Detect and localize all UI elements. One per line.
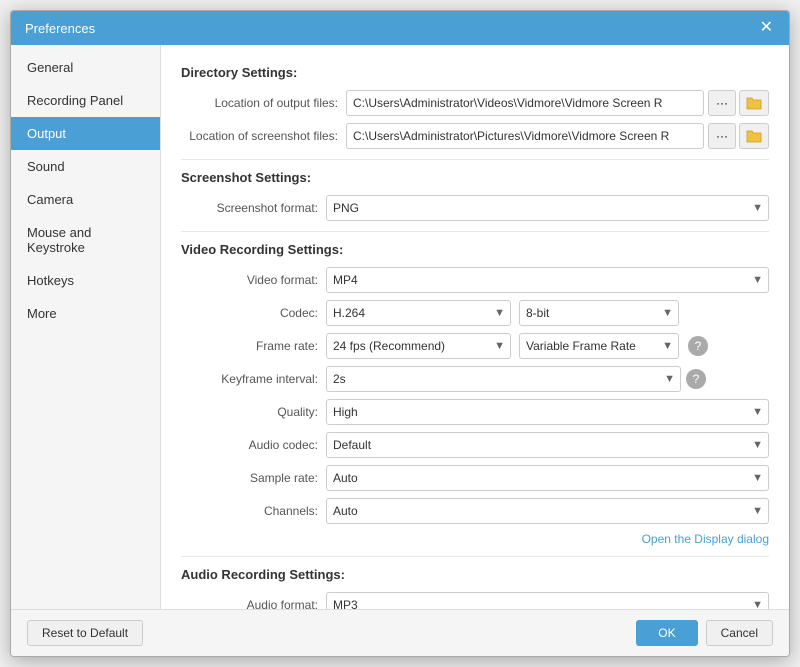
framerate-wrapper: 24 fps (Recommend)30 fps60 fps ▼ bbox=[326, 333, 511, 359]
video-format-label: Video format: bbox=[181, 273, 326, 287]
close-button[interactable]: ✕ bbox=[758, 20, 775, 36]
preferences-dialog: Preferences ✕ General Recording Panel Ou… bbox=[10, 10, 790, 657]
screenshot-format-row: Screenshot format: PNG JPG BMP GIF ▼ bbox=[181, 195, 769, 221]
display-dialog-link[interactable]: Open the Display dialog bbox=[642, 532, 769, 546]
video-channels-select[interactable]: AutoMonoStereo bbox=[326, 498, 769, 524]
framerate-selects: 24 fps (Recommend)30 fps60 fps ▼ Variabl… bbox=[326, 333, 769, 359]
quality-select[interactable]: HighHighestMediumLow bbox=[326, 399, 769, 425]
title-bar: Preferences ✕ bbox=[11, 11, 789, 45]
ok-button[interactable]: OK bbox=[636, 620, 697, 646]
sidebar-item-recording-panel[interactable]: Recording Panel bbox=[11, 84, 160, 117]
folder-icon bbox=[746, 96, 762, 110]
framerate-row: Frame rate: 24 fps (Recommend)30 fps60 f… bbox=[181, 333, 769, 359]
cancel-button[interactable]: Cancel bbox=[706, 620, 773, 646]
footer: Reset to Default OK Cancel bbox=[11, 609, 789, 656]
video-format-wrapper: MP4MOVAVIWMV ▼ bbox=[326, 267, 769, 293]
reset-button[interactable]: Reset to Default bbox=[27, 620, 143, 646]
video-channels-row: Channels: AutoMonoStereo ▼ bbox=[181, 498, 769, 524]
video-sample-rate-wrapper: Auto44100 Hz48000 Hz ▼ bbox=[326, 465, 769, 491]
sidebar-item-general[interactable]: General bbox=[11, 51, 160, 84]
frame-type-wrapper: Variable Frame RateFixed Frame Rate ▼ bbox=[519, 333, 679, 359]
video-channels-wrapper: AutoMonoStereo ▼ bbox=[326, 498, 769, 524]
output-folder-button[interactable] bbox=[739, 90, 769, 116]
framerate-help-button[interactable]: ? bbox=[688, 336, 708, 356]
screenshot-path-label: Location of screenshot files: bbox=[181, 129, 346, 143]
display-link-row: Open the Display dialog bbox=[181, 531, 769, 546]
screenshot-section-title: Screenshot Settings: bbox=[181, 170, 769, 185]
quality-wrapper: HighHighestMediumLow ▼ bbox=[326, 399, 769, 425]
video-sample-rate-row: Sample rate: Auto44100 Hz48000 Hz ▼ bbox=[181, 465, 769, 491]
audio-format-row: Audio format: MP3AACWAVFLAC ▼ bbox=[181, 592, 769, 609]
sidebar-item-hotkeys[interactable]: Hotkeys bbox=[11, 264, 160, 297]
audio-section-title: Audio Recording Settings: bbox=[181, 567, 769, 582]
audio-codec-row: Audio codec: DefaultAACMP3 ▼ bbox=[181, 432, 769, 458]
framerate-label: Frame rate: bbox=[181, 339, 326, 353]
screenshot-format-select[interactable]: PNG JPG BMP GIF bbox=[326, 195, 769, 221]
keyframe-select[interactable]: 2s1s3s bbox=[326, 366, 681, 392]
audio-format-wrapper: MP3AACWAVFLAC ▼ bbox=[326, 592, 769, 609]
sidebar-item-mouse-keystroke[interactable]: Mouse and Keystroke bbox=[11, 216, 160, 264]
output-path-label: Location of output files: bbox=[181, 96, 346, 110]
output-path-input[interactable] bbox=[346, 90, 704, 116]
bit-depth-select[interactable]: 8-bit10-bit bbox=[519, 300, 679, 326]
screenshot-folder-button[interactable] bbox=[739, 123, 769, 149]
codec-select[interactable]: H.264H.265VP8 bbox=[326, 300, 511, 326]
bit-depth-wrapper: 8-bit10-bit ▼ bbox=[519, 300, 679, 326]
directory-section-title: Directory Settings: bbox=[181, 65, 769, 80]
screenshot-dots-button[interactable]: ··· bbox=[708, 123, 736, 149]
keyframe-row: Keyframe interval: 2s1s3s ▼ ? bbox=[181, 366, 769, 392]
content-area: General Recording Panel Output Sound Cam… bbox=[11, 45, 789, 609]
codec-label: Codec: bbox=[181, 306, 326, 320]
screenshot-format-wrapper: PNG JPG BMP GIF ▼ bbox=[326, 195, 769, 221]
quality-label: Quality: bbox=[181, 405, 326, 419]
audio-codec-label: Audio codec: bbox=[181, 438, 326, 452]
codec-row: Codec: H.264H.265VP8 ▼ 8-bit10-bit ▼ bbox=[181, 300, 769, 326]
video-channels-label: Channels: bbox=[181, 504, 326, 518]
video-section-title: Video Recording Settings: bbox=[181, 242, 769, 257]
dialog-title: Preferences bbox=[25, 21, 95, 36]
quality-row: Quality: HighHighestMediumLow ▼ bbox=[181, 399, 769, 425]
audio-codec-select[interactable]: DefaultAACMP3 bbox=[326, 432, 769, 458]
audio-format-select[interactable]: MP3AACWAVFLAC bbox=[326, 592, 769, 609]
keyframe-help-button[interactable]: ? bbox=[686, 369, 706, 389]
footer-right: OK Cancel bbox=[636, 620, 773, 646]
audio-codec-wrapper: DefaultAACMP3 ▼ bbox=[326, 432, 769, 458]
video-sample-rate-label: Sample rate: bbox=[181, 471, 326, 485]
screenshot-format-label: Screenshot format: bbox=[181, 201, 326, 215]
sidebar-item-sound[interactable]: Sound bbox=[11, 150, 160, 183]
sidebar-item-output[interactable]: Output bbox=[11, 117, 160, 150]
framerate-select[interactable]: 24 fps (Recommend)30 fps60 fps bbox=[326, 333, 511, 359]
screenshot-path-input[interactable] bbox=[346, 123, 704, 149]
frame-type-select[interactable]: Variable Frame RateFixed Frame Rate bbox=[519, 333, 679, 359]
video-sample-rate-select[interactable]: Auto44100 Hz48000 Hz bbox=[326, 465, 769, 491]
output-path-row: Location of output files: ··· bbox=[181, 90, 769, 116]
codec-selects: H.264H.265VP8 ▼ 8-bit10-bit ▼ bbox=[326, 300, 769, 326]
output-dots-button[interactable]: ··· bbox=[708, 90, 736, 116]
video-format-select[interactable]: MP4MOVAVIWMV bbox=[326, 267, 769, 293]
keyframe-label: Keyframe interval: bbox=[181, 372, 326, 386]
audio-format-label: Audio format: bbox=[181, 598, 326, 609]
sidebar-item-more[interactable]: More bbox=[11, 297, 160, 330]
sidebar: General Recording Panel Output Sound Cam… bbox=[11, 45, 161, 609]
codec-wrapper: H.264H.265VP8 ▼ bbox=[326, 300, 511, 326]
folder-icon-2 bbox=[746, 129, 762, 143]
screenshot-path-row: Location of screenshot files: ··· bbox=[181, 123, 769, 149]
keyframe-wrapper: 2s1s3s ▼ bbox=[326, 366, 681, 392]
sidebar-item-camera[interactable]: Camera bbox=[11, 183, 160, 216]
main-content: Directory Settings: Location of output f… bbox=[161, 45, 789, 609]
video-format-row: Video format: MP4MOVAVIWMV ▼ bbox=[181, 267, 769, 293]
